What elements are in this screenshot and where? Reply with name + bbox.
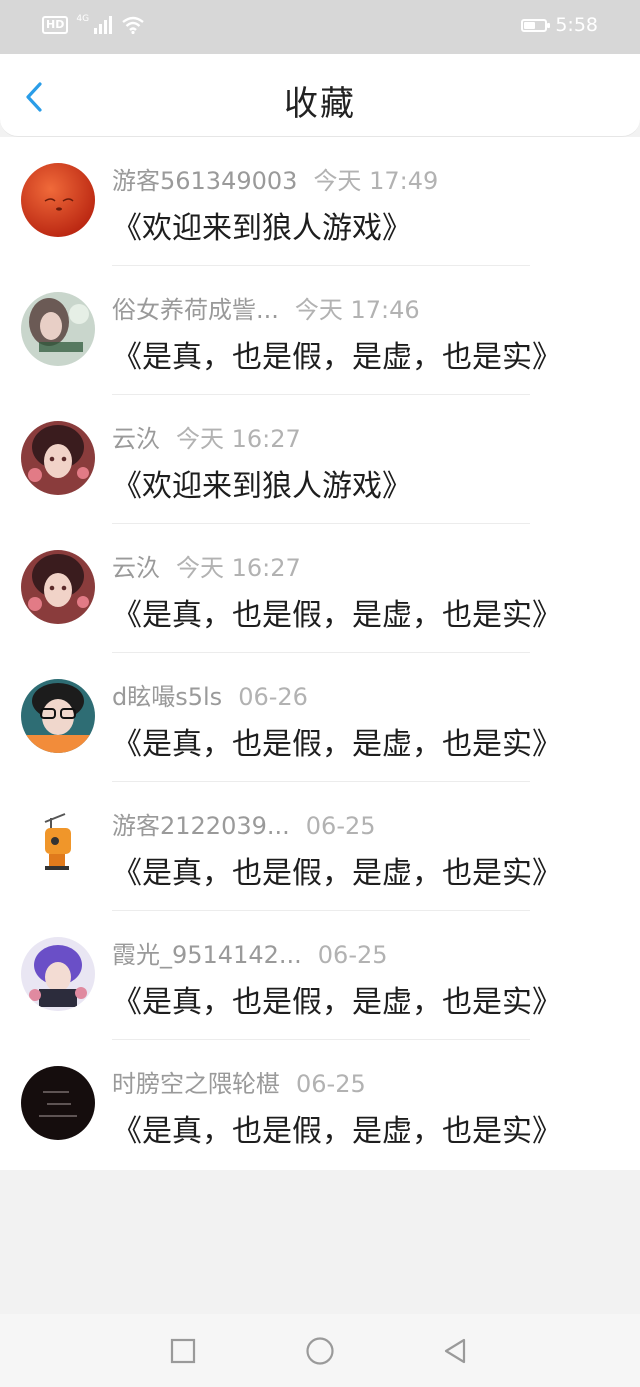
- message-text: 《是真，也是假，是虚，也是实》: [112, 598, 562, 633]
- timestamp: 今天 17:49: [313, 167, 439, 195]
- list-item[interactable]: 霞光_9514142... 06-25 《是真，也是假，是虚，也是实》: [0, 911, 640, 1040]
- list-item[interactable]: 游客2122039... 06-25 《是真，也是假，是虚，也是实》: [0, 782, 640, 911]
- wifi-icon: [122, 16, 144, 34]
- message-text: 《是真，也是假，是虚，也是实》: [112, 985, 562, 1020]
- username: 时膀空之隈轮椹: [112, 1070, 280, 1098]
- message-text: 《是真，也是假，是虚，也是实》: [112, 727, 562, 762]
- timestamp: 今天 16:27: [176, 554, 301, 582]
- signal-icon: [94, 16, 113, 34]
- triangle-back-icon[interactable]: [440, 1336, 470, 1366]
- message-text: 《是真，也是假，是虚，也是实》: [112, 856, 562, 891]
- message-text: 《欢迎来到狼人游戏》: [112, 211, 412, 246]
- username: 游客2122039...: [112, 812, 290, 840]
- avatar[interactable]: [21, 163, 95, 237]
- avatar[interactable]: [21, 550, 95, 624]
- username: 云汣: [112, 425, 160, 453]
- avatar[interactable]: [21, 421, 95, 495]
- status-bar: HD 4G 5:58: [0, 0, 640, 54]
- message-text: 《欢迎来到狼人游戏》: [112, 469, 412, 504]
- username: 俗女养荷成訾...: [112, 296, 279, 324]
- timestamp: 06-25: [296, 1070, 366, 1098]
- hd-badge: HD: [42, 16, 69, 34]
- network-type: 4G: [76, 14, 90, 24]
- avatar[interactable]: [21, 808, 95, 882]
- page-title: 收藏: [284, 84, 356, 124]
- timestamp: 06-26: [238, 683, 308, 711]
- square-icon[interactable]: [168, 1336, 198, 1366]
- username: d眩嘬s5ls: [112, 683, 223, 711]
- battery-icon: [521, 18, 551, 32]
- list-item[interactable]: d眩嘬s5ls 06-26 《是真，也是假，是虚，也是实》: [0, 653, 640, 782]
- circle-icon[interactable]: [305, 1336, 335, 1366]
- avatar[interactable]: [21, 1066, 95, 1140]
- system-nav-bar: [0, 1314, 640, 1387]
- message-text: 《是真，也是假，是虚，也是实》: [112, 340, 562, 375]
- message-text: 《是真，也是假，是虚，也是实》: [112, 1114, 562, 1149]
- username: 云汣: [112, 554, 160, 582]
- avatar[interactable]: [21, 679, 95, 753]
- username: 游客561349003: [112, 167, 298, 195]
- clock: 5:58: [555, 14, 598, 36]
- avatar[interactable]: [21, 292, 95, 366]
- timestamp: 今天 17:46: [294, 296, 420, 324]
- timestamp: 06-25: [305, 812, 376, 840]
- list-item[interactable]: 云汣 今天 16:27 《是真，也是假，是虚，也是实》: [0, 524, 640, 653]
- list-item[interactable]: 俗女养荷成訾... 今天 17:46 《是真，也是假，是虚，也是实》: [0, 266, 640, 395]
- favorites-list: 游客561349003 今天 17:49 《欢迎来到狼人游戏》 俗女养荷成訾...…: [0, 137, 640, 1170]
- battery-level: [524, 21, 536, 29]
- app-header: 收藏: [0, 54, 640, 137]
- list-item[interactable]: 游客561349003 今天 17:49 《欢迎来到狼人游戏》: [0, 137, 640, 266]
- avatar[interactable]: [21, 937, 95, 1011]
- timestamp: 今天 16:27: [176, 425, 301, 453]
- timestamp: 06-25: [317, 941, 388, 969]
- username: 霞光_9514142...: [112, 941, 302, 969]
- list-item[interactable]: 云汣 今天 16:27 《欢迎来到狼人游戏》: [0, 395, 640, 524]
- list-item[interactable]: 时膀空之隈轮椹 06-25 《是真，也是假，是虚，也是实》: [0, 1040, 640, 1169]
